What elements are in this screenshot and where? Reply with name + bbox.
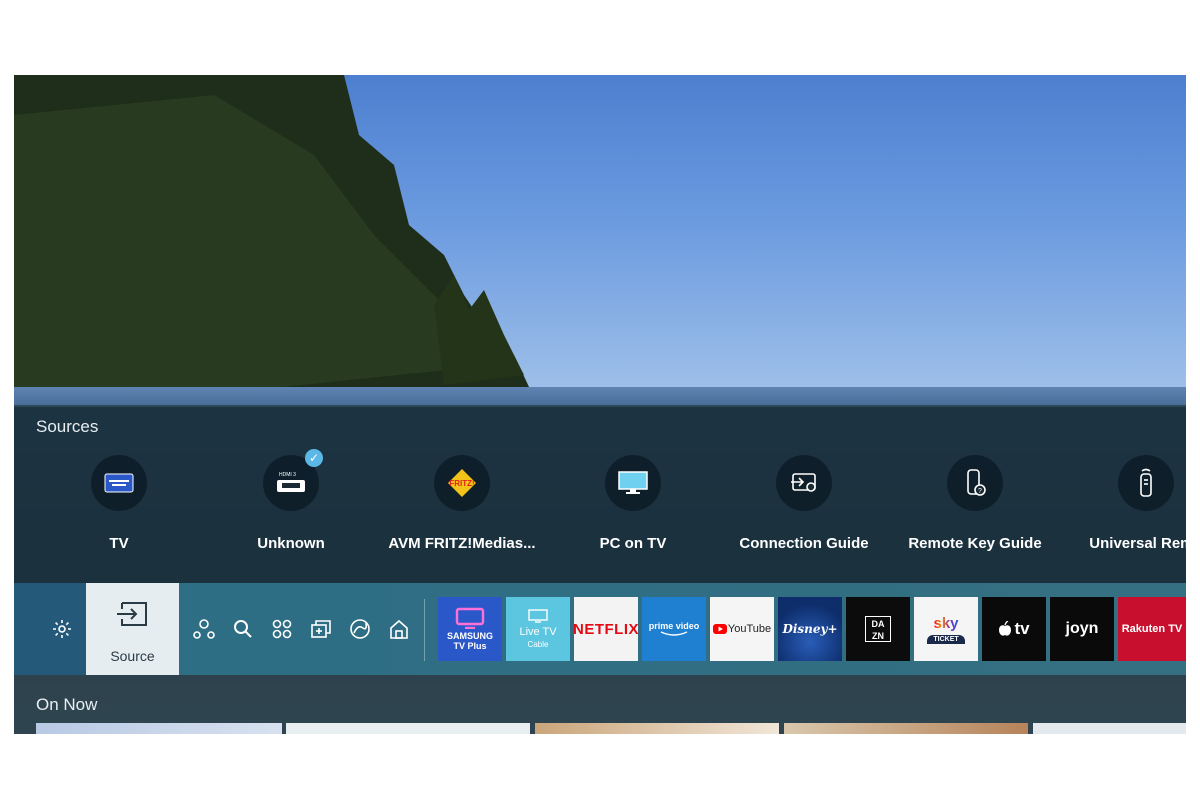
app-sublabel: Cable [527, 640, 549, 649]
ambient-icon[interactable] [348, 617, 372, 641]
source-button-label: Source [110, 648, 155, 664]
tv-screen: Sources TV HDMI 3 ✓ Unknown FRITZ! AVM F… [14, 75, 1186, 734]
source-item-universal-remote[interactable]: Universal Remo [1061, 455, 1186, 552]
svg-text:FRITZ!: FRITZ! [449, 479, 474, 488]
source-label: PC on TV [599, 535, 667, 552]
source-label: TV [109, 535, 129, 552]
multi-view-icon[interactable] [309, 617, 333, 641]
app-label: SAMSUNG [446, 631, 493, 641]
app-live-tv[interactable]: Live TV Cable [506, 597, 570, 661]
app-sublabel: TV Plus [453, 641, 487, 651]
hdmi-icon: HDMI 3 ✓ [263, 449, 323, 511]
monitor-icon [605, 455, 661, 511]
search-icon[interactable] [231, 617, 255, 641]
app-youtube[interactable]: YouTube [710, 597, 774, 661]
background-trees [14, 75, 529, 415]
on-now-title: On Now [36, 695, 98, 714]
source-item-connection-guide[interactable]: Connection Guide [719, 455, 889, 552]
on-now-tile[interactable] [1033, 723, 1186, 734]
people-icon[interactable] [192, 617, 216, 641]
selected-check-icon: ✓ [305, 449, 323, 467]
app-netflix[interactable]: NETFLIX [574, 597, 638, 661]
app-samsung-tv-plus[interactable]: SAMSUNG TV Plus [438, 597, 502, 661]
source-label: AVM FRITZ!Medias... [388, 535, 536, 552]
apps-icon[interactable] [270, 617, 294, 641]
tv-plus-icon [455, 607, 485, 629]
settings-icon[interactable] [50, 617, 74, 641]
youtube-play-icon [712, 624, 727, 634]
source-item-tv[interactable]: TV [34, 455, 204, 552]
app-disney-plus[interactable]: Disney+ [778, 597, 842, 661]
apple-logo-icon [999, 621, 1012, 636]
app-apple-tv[interactable]: tv [982, 597, 1046, 661]
app-label: prime video [648, 621, 700, 631]
app-label: YouTube [727, 623, 772, 635]
launcher-bar: Source SAMSUNG TV Plus Live TV Cable NET… [14, 583, 1186, 675]
svg-text:?: ? [978, 488, 982, 495]
source-button[interactable]: Source [86, 583, 179, 675]
source-item-remote-key-guide[interactable]: ? Remote Key Guide [890, 455, 1060, 552]
source-item-fritz[interactable]: FRITZ! AVM FRITZ!Medias... [377, 455, 547, 552]
app-label: Disney+ [782, 622, 838, 636]
live-tv-icon [528, 609, 548, 623]
source-label: Unknown [257, 535, 325, 552]
source-icon [117, 602, 147, 626]
app-label: joyn [1065, 620, 1099, 637]
app-dazn[interactable]: DA ZN [846, 597, 910, 661]
fritz-icon: FRITZ! [434, 455, 490, 511]
samsung-tv-plus-icon [91, 455, 147, 511]
smile-icon [660, 631, 688, 636]
app-label: Rakuten TV [1121, 623, 1183, 635]
sources-title: Sources [36, 417, 99, 436]
on-now-tile[interactable] [784, 723, 1028, 734]
remote-key-guide-icon: ? [947, 455, 1003, 511]
app-label: NETFLIX [574, 620, 638, 638]
app-label: sky [933, 614, 959, 632]
source-label: Universal Remo [1089, 535, 1186, 552]
on-now-tile[interactable] [36, 723, 282, 734]
sources-panel: Sources TV HDMI 3 ✓ Unknown FRITZ! AVM F… [14, 407, 1186, 583]
on-now-tile[interactable] [535, 723, 779, 734]
on-now-tile[interactable] [286, 723, 530, 734]
app-label: tv [1014, 619, 1030, 638]
app-sky-ticket[interactable]: sky TICKET [914, 597, 978, 661]
app-label: DA ZN [865, 616, 891, 642]
app-label: Live TV [519, 626, 557, 638]
connection-guide-icon [776, 455, 832, 511]
app-prime-video[interactable]: prime video [642, 597, 706, 661]
source-item-unknown[interactable]: HDMI 3 ✓ Unknown [206, 449, 376, 552]
app-sublabel: TICKET [927, 634, 965, 644]
app-rakuten-tv[interactable]: Rakuten TV [1118, 597, 1186, 661]
source-label: Remote Key Guide [908, 535, 1042, 552]
hdmi-badge-text: HDMI 3 [279, 472, 296, 478]
app-joyn[interactable]: joyn [1050, 597, 1114, 661]
source-item-pc-on-tv[interactable]: PC on TV [548, 455, 718, 552]
home-icon[interactable] [387, 617, 411, 641]
bar-divider [424, 599, 425, 661]
source-label: Connection Guide [739, 535, 869, 552]
universal-remote-icon [1118, 455, 1174, 511]
